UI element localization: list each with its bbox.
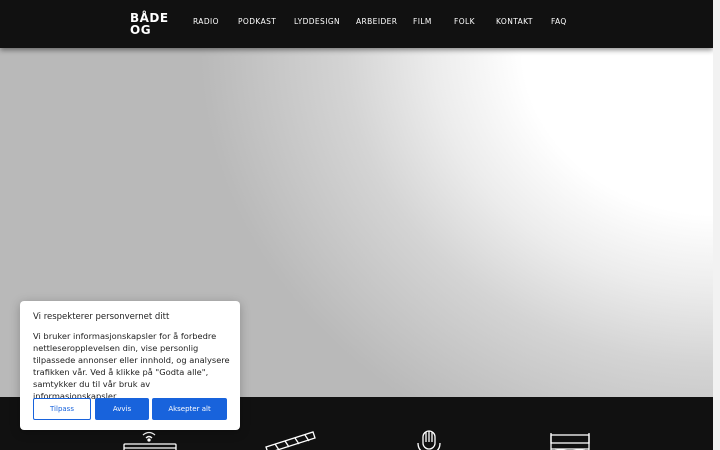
nav-item-arbeider[interactable]: ARBEIDER [356, 17, 397, 26]
cookie-consent-banner: Vi respekterer personvernet ditt Vi bruk… [20, 301, 240, 430]
accept-all-button[interactable]: Aksepter alt [152, 398, 227, 420]
director-chair-icon[interactable] [545, 427, 595, 450]
site-header: BÅDE OG RADIO PODKAST LYDDESIGN ARBEIDER… [0, 0, 713, 48]
nav-item-radio[interactable]: RADIO [193, 17, 219, 26]
nav-item-kontakt[interactable]: KONTAKT [496, 17, 533, 26]
nav-item-lyddesign[interactable]: LYDDESIGN [294, 17, 340, 26]
nav-item-folk[interactable]: FOLK [454, 17, 475, 26]
cookie-title: Vi respekterer personvernet ditt [33, 312, 170, 322]
nav-item-faq[interactable]: FAQ [551, 17, 567, 26]
customize-button[interactable]: Tilpass [33, 398, 91, 420]
microphone-icon[interactable] [411, 427, 447, 450]
nav-item-podkast[interactable]: PODKAST [238, 17, 276, 26]
cookie-description: Vi bruker informasjonskapsler for å forb… [33, 331, 230, 401]
page-scrollbar[interactable] [713, 0, 720, 450]
clapperboard-icon[interactable] [263, 427, 317, 450]
site-logo[interactable]: BÅDE OG [130, 12, 169, 36]
reject-button[interactable]: Avvis [95, 398, 149, 420]
radio-icon[interactable] [122, 427, 178, 450]
nav-item-film[interactable]: FILM [413, 17, 432, 26]
logo-line-2: OG [130, 23, 152, 37]
